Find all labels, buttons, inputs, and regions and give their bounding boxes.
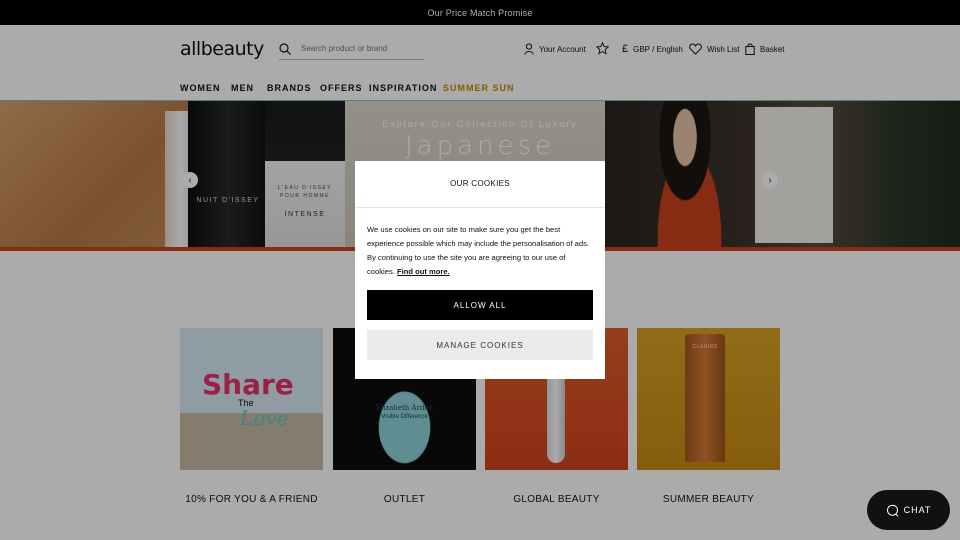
manage-cookies-button[interactable]: MANAGE COOKIES <box>367 330 593 360</box>
allow-all-button[interactable]: ALLOW ALL <box>367 290 593 320</box>
cookie-modal: OUR COOKIES We use cookies on our site t… <box>355 161 605 379</box>
modal-body: We use cookies on our site to make sure … <box>367 223 595 279</box>
chat-label: CHAT <box>903 505 932 515</box>
modal-title: OUR COOKIES <box>450 179 510 188</box>
modal-divider <box>355 207 605 208</box>
chat-bubble-icon <box>886 504 898 517</box>
find-out-more-link[interactable]: Find out more. <box>397 267 450 276</box>
chat-button[interactable]: CHAT <box>867 490 950 530</box>
